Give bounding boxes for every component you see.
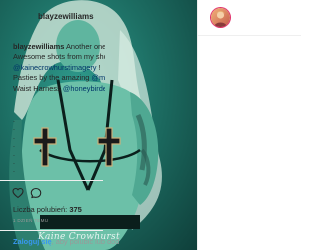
caption-line: Pasties by the amazing @mais <box>13 73 105 83</box>
header-username[interactable]: blayzewilliams <box>38 12 94 21</box>
caption-mention-link[interactable]: @kainecrowhurstimagery <box>13 63 97 72</box>
post-date: 1 DZIEŃ TEMU <box>13 218 49 223</box>
post-panel <box>197 0 301 250</box>
caption-username[interactable]: blayzewilliams <box>13 42 64 51</box>
caption-dot: . <box>13 133 15 141</box>
caption-dot: . <box>13 125 15 133</box>
caption-text: ! <box>96 62 101 72</box>
likes-label: Liczba polubień: <box>13 205 68 214</box>
caption-dot: . <box>13 150 15 158</box>
post-caption: blayzewilliams Another one oAwesome shot… <box>13 42 105 94</box>
caption-text: Waist Harness <box>13 83 63 93</box>
likes-count[interactable]: 375 <box>69 205 82 214</box>
likes-count-row: Liczba polubień: 375 <box>13 205 82 214</box>
avatar-image <box>214 11 227 27</box>
caption-text: Awesome shots from my shoo <box>13 52 105 62</box>
caption-mention-link[interactable]: @honeybirdett <box>63 84 105 93</box>
login-prompt: Zaloguj się, aby polubić lub dod <box>13 237 119 246</box>
login-link[interactable]: Zaloguj się <box>13 237 52 246</box>
heart-icon[interactable] <box>12 186 24 199</box>
caption-mention-link[interactable]: @mais <box>91 73 105 82</box>
caption-dot: . <box>13 142 15 150</box>
caption-dot: . <box>13 117 15 124</box>
caption-dot: . <box>13 159 15 167</box>
avatar[interactable] <box>211 8 230 27</box>
caption-line: blayzewilliams Another one o <box>13 42 105 52</box>
login-text: , aby polubić lub dod <box>51 237 120 246</box>
caption-line: @kainecrowhurstimagery ! <box>13 63 105 73</box>
actions-divider <box>0 180 103 182</box>
caption-dot: . <box>13 167 15 175</box>
caption-line: Awesome shots from my shoo <box>13 52 105 62</box>
caption-line: Waist Harness @honeybirdett <box>13 84 105 94</box>
caption-text: Another one o <box>66 42 105 51</box>
caption-dots: ....... <box>13 117 15 176</box>
comment-icon[interactable] <box>30 186 42 199</box>
caption-text: Pasties by the amazing <box>13 73 92 83</box>
